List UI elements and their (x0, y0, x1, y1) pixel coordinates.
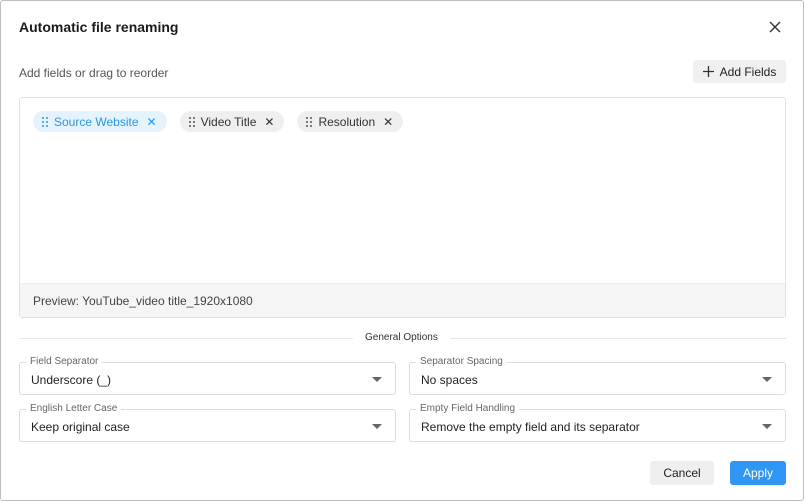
remove-chip-icon[interactable]: ✕ (147, 116, 157, 128)
general-options-heading: General Options (353, 332, 450, 343)
caret-down-icon (372, 377, 382, 382)
field-separator-select[interactable]: Field Separator Underscore (_) (19, 356, 396, 395)
field-chip-list: Source Website ✕ Video Title ✕ Resolutio… (33, 111, 404, 132)
letter-case-label: English Letter Case (26, 403, 122, 415)
close-icon (769, 21, 781, 33)
dialog-title: Automatic file renaming (19, 19, 179, 35)
drag-handle-icon[interactable] (188, 116, 195, 127)
drag-handle-icon[interactable] (306, 116, 313, 127)
add-fields-button[interactable]: Add Fields (693, 60, 786, 83)
caret-down-icon (762, 424, 772, 429)
field-chip-source-website[interactable]: Source Website ✕ (33, 111, 167, 132)
add-fields-label: Add Fields (719, 64, 777, 79)
remove-chip-icon[interactable]: ✕ (264, 116, 274, 128)
rename-dialog: Automatic file renaming Add fields or dr… (0, 0, 804, 501)
close-button[interactable] (765, 17, 785, 37)
field-chip-resolution[interactable]: Resolution ✕ (297, 111, 404, 132)
drag-handle-icon[interactable] (42, 116, 48, 127)
plus-icon (702, 66, 714, 77)
remove-chip-icon[interactable]: ✕ (383, 116, 393, 128)
field-separator-value: Underscore (_) (31, 373, 112, 387)
empty-field-handling-select[interactable]: Empty Field Handling Remove the empty fi… (409, 403, 786, 442)
letter-case-select[interactable]: English Letter Case Keep original case (19, 403, 396, 442)
chip-label: Source Website (54, 114, 139, 129)
chip-label: Video Title (200, 114, 257, 129)
caret-down-icon (762, 377, 772, 382)
filename-preview: Preview: YouTube_video title_1920x1080 (20, 283, 785, 317)
empty-field-handling-value: Remove the empty field and its separator (421, 420, 640, 434)
caret-down-icon (372, 424, 382, 429)
apply-button[interactable]: Apply (730, 461, 786, 485)
fields-container: Source Website ✕ Video Title ✕ Resolutio… (19, 97, 786, 318)
empty-field-handling-label: Empty Field Handling (416, 403, 520, 415)
separator-spacing-select[interactable]: Separator Spacing No spaces (409, 356, 786, 395)
separator-spacing-label: Separator Spacing (416, 356, 507, 368)
chip-label: Resolution (318, 114, 376, 129)
field-separator-label: Field Separator (26, 356, 103, 368)
cancel-button[interactable]: Cancel (650, 461, 714, 485)
field-chip-video-title[interactable]: Video Title ✕ (179, 111, 285, 132)
separator-spacing-value: No spaces (421, 373, 478, 387)
dialog-subtitle: Add fields or drag to reorder (19, 66, 169, 80)
letter-case-value: Keep original case (31, 420, 130, 434)
